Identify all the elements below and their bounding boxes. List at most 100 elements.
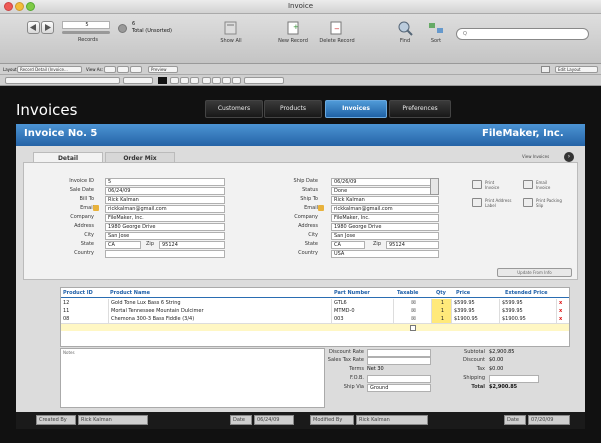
print-slip-icon[interactable] [523,198,533,207]
new-row[interactable] [61,323,569,331]
company-field[interactable]: FileMaker, Inc. [105,214,225,222]
delete-row-icon[interactable]: x [557,315,569,323]
arrow-left-icon [30,24,36,31]
layout-menu[interactable]: Record Detail (Invoice... [17,66,82,73]
email-invoice-label[interactable]: Email Invoice [536,180,560,190]
update-button[interactable]: Update From Info [497,268,572,277]
new-record-icon[interactable]: + [283,20,303,36]
ship-company-field[interactable]: FileMaker, Inc. [331,214,439,222]
notes-field[interactable]: Notes [60,348,325,408]
fob-field[interactable] [367,375,431,383]
cell-price[interactable]: $599.95 [452,299,500,307]
cell-price[interactable]: $1900.95 [452,315,500,323]
tab-preferences[interactable]: Preferences [389,100,451,118]
cell-product-id[interactable]: 12 [61,299,109,307]
show-all-icon[interactable] [221,20,241,36]
ship-country-field[interactable]: USA [331,250,439,258]
search-field[interactable]: Q [456,28,589,40]
col-product-name: Product Name [110,290,150,296]
sale-date-field[interactable]: 06/24/09 [105,187,225,195]
align-right-button[interactable] [222,77,231,84]
email-field[interactable]: rickkalman@gmail.com [105,205,225,213]
print-packing-slip-label[interactable]: Print Packing Slip [536,198,562,208]
print-label-icon[interactable] [472,198,482,207]
record-slider[interactable] [62,31,110,34]
view-invoices-link[interactable]: View Invoices [522,154,549,159]
address-field[interactable]: 1980 George Drive [105,223,225,231]
ship-to-field[interactable]: Rick Kalman [331,196,439,204]
terms-value[interactable]: Net 30 [367,366,384,373]
terms-label: Terms [349,366,364,372]
italic-button[interactable] [180,77,189,84]
align-justify-button[interactable] [232,77,241,84]
cell-part-number[interactable]: GTL6 [332,299,394,307]
align-center-button[interactable] [212,77,221,84]
delete-row-icon[interactable]: x [557,299,569,307]
next-record-button[interactable] [41,21,54,34]
cell-qty[interactable]: 1 [432,315,452,323]
print-icon[interactable] [472,180,482,189]
ship-via-label: Ship Via [343,384,364,390]
cell-part-number[interactable]: MTMD-0 [332,307,394,315]
tab-customers[interactable]: Customers [205,100,263,118]
table-view-button[interactable] [130,66,142,73]
cell-product-id[interactable]: 08 [61,315,109,323]
preview-button[interactable]: Preview [148,66,178,73]
bill-to-field[interactable]: Rick Kalman [105,196,225,204]
align-left-button[interactable] [202,77,211,84]
ship-city-field[interactable]: San Jose [331,232,439,240]
cell-price[interactable]: $399.95 [452,307,500,315]
tab-products[interactable]: Products [264,100,322,118]
find-icon[interactable] [395,20,415,36]
city-field[interactable]: San Jose [105,232,225,240]
form-view-button[interactable] [104,66,116,73]
ship-email-field[interactable]: rickkalman@gmail.com [331,205,439,213]
text-color-swatch[interactable] [158,77,167,84]
shipping-field[interactable] [489,375,539,383]
ship-address-field[interactable]: 1980 George Drive [331,223,439,231]
previous-record-button[interactable] [27,21,40,34]
cell-taxable-checkbox[interactable]: ☒ [394,299,432,307]
email-envelope-icon[interactable] [523,180,533,189]
status-field[interactable]: Done [331,187,439,195]
arrow-right-circle-icon[interactable]: › [564,152,574,162]
ship-date-field[interactable]: 06/26/09 [331,178,439,186]
delete-row-icon[interactable]: x [557,307,569,315]
line-spacing-menu[interactable] [244,77,284,84]
edit-layout-button[interactable]: Edit Layout [555,66,598,73]
list-view-button[interactable] [117,66,129,73]
cell-qty[interactable]: 1 [432,299,452,307]
print-address-label-label[interactable]: Print Address Label [485,198,513,208]
sales-tax-rate-field[interactable] [367,357,431,365]
cell-product-id[interactable]: 11 [61,307,109,315]
font-menu[interactable] [5,77,120,84]
cell-taxable-checkbox[interactable]: ☒ [394,307,432,315]
ship-state-label: State [304,241,318,247]
ship-email-icon[interactable] [318,205,324,211]
record-number-field[interactable]: 5 [62,21,110,29]
delete-record-icon[interactable]: − [326,20,346,36]
new-row-taxable-checkbox[interactable] [410,325,416,331]
country-field[interactable] [105,250,225,258]
book-icon[interactable] [541,66,550,73]
cell-taxable-checkbox[interactable]: ☒ [394,315,432,323]
tab-invoices[interactable]: Invoices [325,100,387,118]
discount-rate-field[interactable] [367,349,431,357]
cell-part-number[interactable]: 003 [332,315,394,323]
print-invoice-label[interactable]: Print Invoice [485,180,509,190]
email-icon[interactable] [93,205,99,211]
zip-field[interactable]: 95124 [159,241,225,249]
cell-product-name[interactable]: Mortal Tennessee Mountain Dulcimer [109,307,332,315]
ship-via-field[interactable]: Ground [367,384,431,392]
font-size-menu[interactable] [123,77,153,84]
cell-product-name[interactable]: Gold Tone Lux Bass 6 String [109,299,332,307]
invoice-id-field[interactable]: 5 [105,178,225,186]
cell-qty[interactable]: 1 [432,307,452,315]
company-label: Company [70,214,94,220]
ship-zip-field[interactable]: 95124 [386,241,439,249]
bold-button[interactable] [170,77,179,84]
cell-product-name[interactable]: Chemona 300-3 Bass Fiddle (3/4) [109,315,332,323]
sort-icon[interactable] [426,20,446,36]
status-stepper[interactable] [430,178,439,195]
underline-button[interactable] [190,77,199,84]
